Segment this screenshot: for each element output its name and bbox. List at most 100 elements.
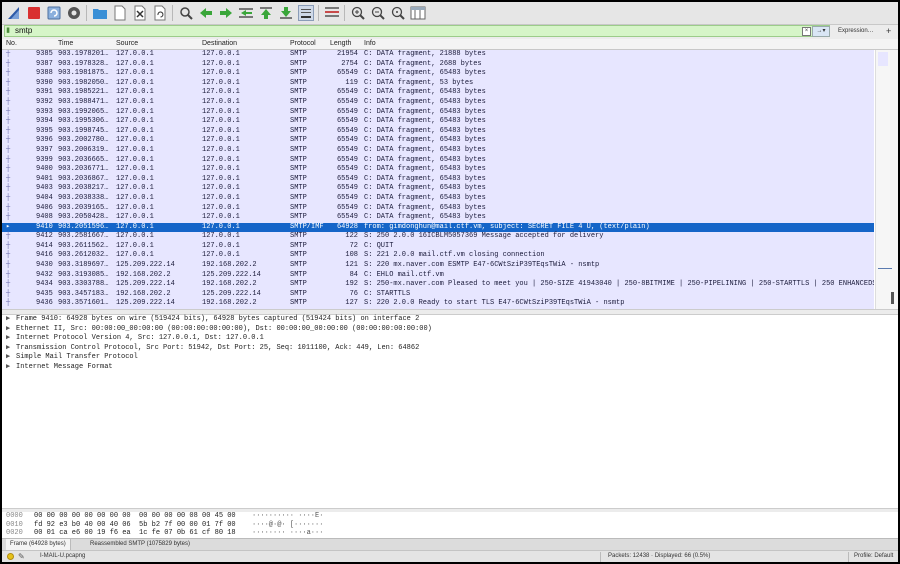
expand-arrow-icon[interactable]: ▶ xyxy=(6,315,16,325)
expand-arrow-icon[interactable]: ▶ xyxy=(6,353,16,363)
cell-length: 21954 xyxy=(336,50,358,58)
cell-protocol: SMTP xyxy=(290,203,307,212)
bytes-row[interactable]: 0000 00 00 00 00 00 00 00 00 00 00 00 00 … xyxy=(2,512,898,521)
packet-row[interactable]: ┼ 9400 903.2036771… 127.0.0.1 127.0.0.1 SMTP 6… xyxy=(2,165,874,175)
packet-row[interactable]: ┼ 9403 903.2038217… 127.0.0.1 127.0.0.1 SMTP 6… xyxy=(2,184,874,194)
resize-columns-icon[interactable] xyxy=(410,5,426,21)
packet-row[interactable]: ┼ 9408 903.2050428… 127.0.0.1 127.0.0.1 SMTP 6… xyxy=(2,213,874,223)
detail-row-imf[interactable]: ▶ Internet Message Format xyxy=(2,363,898,373)
cell-protocol: SMTP xyxy=(290,270,307,279)
apply-filter-button[interactable]: →▾ xyxy=(812,26,830,37)
packet-row[interactable]: ┼ 9397 903.2006319… 127.0.0.1 127.0.0.1 SMTP 6… xyxy=(2,145,874,156)
expand-arrow-icon[interactable]: ▶ xyxy=(6,363,16,373)
file-icon[interactable] xyxy=(112,5,128,21)
expand-arrow-icon[interactable]: ▶ xyxy=(6,334,16,344)
packet-row-selected[interactable]: ▸ 9410 903.2051596… 127.0.0.1 127.0.0.1 SMTP/… xyxy=(2,222,874,233)
bytes-row[interactable]: 0010 fd 92 e3 b0 40 00 40 06 5b b2 7f 00 … xyxy=(2,521,898,530)
column-header-source[interactable]: Source xyxy=(116,39,138,49)
stop-icon[interactable] xyxy=(26,5,42,21)
autoscroll-icon[interactable] xyxy=(298,5,314,21)
column-header-protocol[interactable]: Protocol xyxy=(290,39,316,49)
zoom-in-icon[interactable] xyxy=(350,5,366,21)
tree-line-icon: ┼ xyxy=(6,251,11,260)
packet-row[interactable]: ┼ 9393 903.1992065… 127.0.0.1 127.0.0.1 SMTP 6… xyxy=(2,107,874,118)
packet-row[interactable]: ┼ 9392 903.1988471… 127.0.0.1 127.0.0.1 SMTP 6… xyxy=(2,97,874,108)
cell-info: S: 250 2.0.0 16ICBLM5057369 Message acce… xyxy=(364,232,604,241)
capture-comment-icon[interactable]: ✎ xyxy=(18,551,25,562)
find-icon[interactable] xyxy=(178,5,194,21)
column-header-time[interactable]: Time xyxy=(58,39,73,49)
forward-icon[interactable] xyxy=(218,5,234,21)
packet-row[interactable]: ┼ 9416 903.2612032… 127.0.0.1 127.0.0.1 SMTP 1… xyxy=(2,251,874,262)
zoom-out-icon[interactable] xyxy=(370,5,386,21)
packet-row[interactable]: ┼ 9401 903.2036867… 127.0.0.1 127.0.0.1 SMTP 6… xyxy=(2,174,874,185)
packet-row[interactable]: ┼ 9399 903.2036665… 127.0.0.1 127.0.0.1 SMTP 6… xyxy=(2,155,874,166)
packet-row[interactable]: ┼ 9387 903.1978328… 127.0.0.1 127.0.0.1 SMTP 2… xyxy=(2,59,874,70)
packet-row[interactable]: ┼ 9435 903.3457183… 192.168.202.2 125.209.22… xyxy=(2,289,874,300)
detail-row-tcp[interactable]: ▶ Transmission Control Protocol, Src Port… xyxy=(2,344,898,354)
expression-button[interactable]: Expression… xyxy=(838,25,874,37)
packet-row[interactable]: ┼ 9432 903.3193085… 192.168.202.2 125.209.22… xyxy=(2,270,874,281)
first-packet-icon[interactable] xyxy=(258,5,274,21)
expand-arrow-icon[interactable]: ▶ xyxy=(6,325,16,335)
open-folder-icon[interactable] xyxy=(92,5,108,21)
colorize-icon[interactable] xyxy=(324,5,340,21)
status-profile[interactable]: Profile: Default xyxy=(854,551,893,562)
packet-row[interactable]: ┼ 9385 903.1978201… 127.0.0.1 127.0.0.1 SMTP 2… xyxy=(2,50,874,60)
options-gear-icon[interactable] xyxy=(66,5,82,21)
packet-row[interactable]: ┼ 9395 903.1998745… 127.0.0.1 127.0.0.1 SMTP 6… xyxy=(2,126,874,137)
close-file-icon[interactable] xyxy=(132,5,148,21)
cell-protocol: SMTP xyxy=(290,59,307,68)
tab-frame-bytes[interactable]: Frame (64928 bytes) xyxy=(6,539,71,550)
packet-row[interactable]: ┼ 9391 903.1985221… 127.0.0.1 127.0.0.1 SMTP 6… xyxy=(2,88,874,98)
packet-row[interactable]: ┼ 9388 903.1981875… 127.0.0.1 127.0.0.1 SMTP 6… xyxy=(2,69,874,79)
detail-row-frame[interactable]: ▶ Frame 9410: 64928 bytes on wire (519424… xyxy=(2,315,898,325)
packet-row[interactable]: ┼ 9406 903.2039165… 127.0.0.1 127.0.0.1 SMTP 6… xyxy=(2,203,874,214)
packet-row[interactable]: ┼ 9412 903.2581667… 127.0.0.1 127.0.0.1 SMTP 1… xyxy=(2,232,874,242)
expert-info-led-icon[interactable] xyxy=(7,553,14,560)
column-header-info[interactable]: Info xyxy=(364,39,376,49)
cell-info: S: 250-mx.naver.com Pleased to meet you … xyxy=(364,280,874,289)
packet-row[interactable]: ┼ 9394 903.1995306… 127.0.0.1 127.0.0.1 SMTP 6… xyxy=(2,117,874,127)
cell-time: 903.1995306… xyxy=(58,117,109,126)
packet-list-scrollbar[interactable] xyxy=(875,50,898,309)
cell-destination: 127.0.0.1 xyxy=(202,50,240,58)
detail-row-ethernet[interactable]: ▶ Ethernet II, Src: 00:00:00_00:00:00 (00… xyxy=(2,325,898,335)
packet-row[interactable]: ┼ 9390 903.1982050… 127.0.0.1 127.0.0.1 SMTP 1… xyxy=(2,78,874,89)
column-header-length[interactable]: Length xyxy=(330,39,351,49)
cell-time: 903.2036867… xyxy=(58,174,109,183)
shark-fin-icon[interactable] xyxy=(6,5,22,21)
packet-row[interactable]: ┼ 9414 903.2611562… 127.0.0.1 127.0.0.1 SMTP 7… xyxy=(2,241,874,252)
packet-row[interactable]: ┼ 9434 903.3303788… 125.209.222.14 192.168.2… xyxy=(2,280,874,290)
go-to-packet-icon[interactable] xyxy=(238,5,254,21)
detail-row-ipv4[interactable]: ▶ Internet Protocol Version 4, Src: 127.0… xyxy=(2,334,898,344)
clear-filter-icon[interactable]: × xyxy=(802,27,811,36)
cell-protocol: SMTP xyxy=(290,184,307,193)
cell-protocol: SMTP xyxy=(290,261,307,270)
zoom-reset-icon[interactable] xyxy=(390,5,406,21)
scroll-thumb[interactable] xyxy=(891,292,894,304)
display-filter-input[interactable]: smtp xyxy=(4,25,830,37)
tab-reassembled-smtp[interactable]: Reassembled SMTP (1075829 bytes) xyxy=(86,539,194,550)
cell-time: 903.1982050… xyxy=(58,78,109,87)
packet-row[interactable]: ┼ 9436 903.3571601… 125.209.222.14 192.168.2… xyxy=(2,299,874,309)
detail-row-smtp[interactable]: ▶ Simple Mail Transfer Protocol xyxy=(2,353,898,363)
reload-icon[interactable] xyxy=(152,5,168,21)
last-packet-icon[interactable] xyxy=(278,5,294,21)
back-icon[interactable] xyxy=(198,5,214,21)
column-header-no[interactable]: No. xyxy=(6,39,17,49)
cell-no: 9406 xyxy=(36,203,53,212)
restart-icon[interactable] xyxy=(46,5,62,21)
packet-row[interactable]: ┼ 9396 903.2002780… 127.0.0.1 127.0.0.1 SMTP 6… xyxy=(2,136,874,146)
cell-length: 65549 xyxy=(336,97,358,106)
expand-arrow-icon[interactable]: ▶ xyxy=(6,344,16,354)
bytes-row[interactable]: 0020 00 01 ca e6 00 19 f6 ea 1c fe 07 0b … xyxy=(2,529,898,538)
cell-info: C: DATA fragment, 65483 bytes xyxy=(364,203,486,212)
bookmark-icon[interactable]: ▮ xyxy=(4,26,12,36)
add-filter-button[interactable]: + xyxy=(886,25,891,37)
packet-row[interactable]: ┼ 9404 903.2038338… 127.0.0.1 127.0.0.1 SMTP 6… xyxy=(2,193,874,204)
packet-row[interactable]: ┼ 9430 903.3189697… 125.209.222.14 192.168.2… xyxy=(2,261,874,271)
cell-protocol: SMTP xyxy=(290,165,307,174)
cell-destination: 127.0.0.1 xyxy=(202,126,240,135)
column-header-destination[interactable]: Destination xyxy=(202,39,237,49)
